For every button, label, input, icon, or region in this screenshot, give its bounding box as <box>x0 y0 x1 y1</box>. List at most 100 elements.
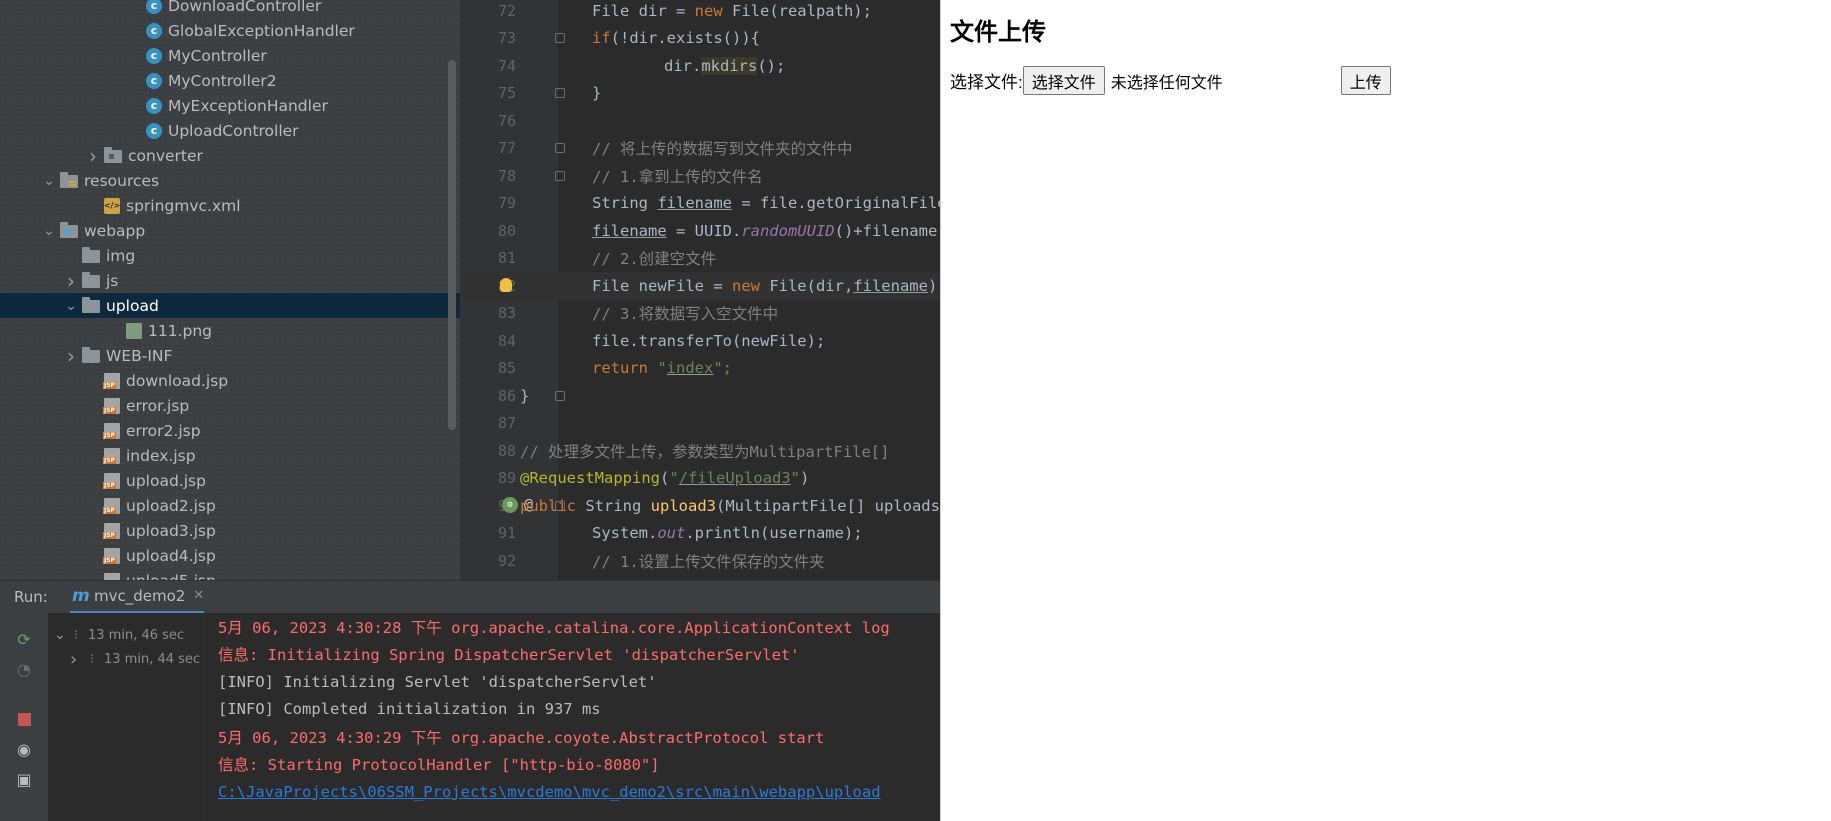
run-config-tab[interactable]: m mvc_demo2 ✕ <box>70 581 205 614</box>
code-editor[interactable]: 72 File dir = new File(realpath); 73 if(!di… <box>460 0 940 580</box>
chevron-right-icon[interactable]: › <box>70 649 90 670</box>
code-line[interactable]: 86} <box>460 382 940 410</box>
code-line[interactable]: 74 dir.mkdirs(); <box>460 52 940 80</box>
line-number: 92 <box>497 551 516 570</box>
code-line[interactable]: 90⚙@public String upload3(MultipartFile[… <box>460 492 940 520</box>
code-token: ); <box>927 276 940 295</box>
stop-icon[interactable] <box>14 709 34 729</box>
spring-bean-icon[interactable]: ⚙ <box>502 497 518 513</box>
java-class-icon: c <box>146 0 162 14</box>
code-line[interactable]: 73 if(!dir.exists()){ <box>460 25 940 53</box>
tree-item-mycontroller[interactable]: c MyController <box>0 43 460 68</box>
tree-item-label: WEB-INF <box>106 346 173 365</box>
tree-item-label: upload4.jsp <box>126 546 216 565</box>
tree-item-img[interactable]: img <box>0 243 460 268</box>
tree-item-upload3-jsp[interactable]: upload3.jsp <box>0 518 460 543</box>
code-line[interactable]: 75} <box>460 80 940 108</box>
code-token: return <box>592 359 648 378</box>
code-line[interactable]: 79 String filename = file.getOriginalFile… <box>460 190 940 218</box>
tree-item-web-inf[interactable]: › WEB-INF <box>0 343 460 368</box>
code-line[interactable]: 91 System.out.println(username); <box>460 520 940 548</box>
chevron-down-icon[interactable]: ⌄ <box>38 218 60 243</box>
tree-item-globalexceptionhandler[interactable]: c GlobalExceptionHandler <box>0 18 460 43</box>
console-line: 信息: Starting ProtocolHandler ["http-bio-… <box>218 756 660 775</box>
tree-item-download-jsp[interactable]: download.jsp <box>0 368 460 393</box>
chevron-down-icon[interactable]: ⌄ <box>60 293 82 318</box>
close-tab-icon[interactable]: ✕ <box>193 588 204 603</box>
run-tree-item[interactable]: ⌄ ⁝ 13 min, 46 sec <box>54 623 184 647</box>
code-line[interactable]: 83 // 3.将数据写入空文件中 <box>460 300 940 328</box>
upload-submit-button[interactable]: 上传 <box>1340 66 1391 95</box>
tree-item-index-jsp[interactable]: index.jsp <box>0 443 460 468</box>
code-line[interactable]: 76 <box>460 107 940 135</box>
tree-item-label: error2.jsp <box>126 421 201 440</box>
tree-item-upload5-jsp[interactable]: upload5.jsp <box>0 568 460 580</box>
code-line[interactable]: 87 <box>460 410 940 438</box>
tree-item-springmvc-xml[interactable]: </> springmvc.xml <box>0 193 460 218</box>
folder-icon <box>82 247 100 263</box>
line-number: 86 <box>497 386 516 405</box>
tree-item-upload-jsp[interactable]: upload.jsp <box>0 468 460 493</box>
code-text: if(!dir.exists()){ <box>556 29 760 47</box>
tree-item-upload[interactable]: ⌄ upload <box>0 293 460 318</box>
console-line: 5月 06, 2023 4:30:28 下午 org.apache.catali… <box>218 618 890 637</box>
tree-item-upload2-jsp[interactable]: upload2.jsp <box>0 493 460 518</box>
upload-form: 选择文件: 选择文件 未选择任何文件 上传 <box>950 66 1391 95</box>
lightbulb-icon[interactable] <box>500 278 512 292</box>
code-line[interactable]: 77 // 将上传的数据写到文件夹的文件中 <box>460 135 940 163</box>
line-number: 83 <box>497 304 516 323</box>
tree-scrollbar[interactable] <box>448 60 456 430</box>
gutter-cell <box>520 300 558 327</box>
code-token: } <box>520 386 530 405</box>
tree-item-error2-jsp[interactable]: error2.jsp <box>0 418 460 443</box>
code-line[interactable]: 81 // 2.创建空文件 <box>460 245 940 273</box>
code-line[interactable]: 80 filename = UUID.randomUUID()+filename.… <box>460 217 940 245</box>
run-tree-item[interactable]: › ⁝ 13 min, 44 sec <box>70 647 200 671</box>
tree-item-resources[interactable]: ⌄ resources <box>0 168 460 193</box>
chevron-right-icon[interactable]: › <box>60 343 82 368</box>
camera-icon[interactable]: ▣ <box>14 769 34 789</box>
tree-item-downloadcontroller[interactable]: c DownloadController <box>0 0 460 18</box>
code-line[interactable]: 84 file.transferTo(newFile); <box>460 327 940 355</box>
gutter-cell <box>520 547 558 574</box>
tree-item-mycontroller2[interactable]: c MyController2 <box>0 68 460 93</box>
console-path-link[interactable]: C:\JavaProjects\06SSM_Projects\mvcdemo\m… <box>218 778 881 806</box>
eye-icon[interactable]: ◉ <box>14 739 34 759</box>
code-line[interactable]: 82File newFile = new File(dir,filename); <box>460 272 940 300</box>
tree-item-myexceptionhandler[interactable]: c MyExceptionHandler <box>0 93 460 118</box>
code-token: ( <box>659 469 670 488</box>
fold-marker-icon[interactable] <box>555 390 565 401</box>
console-output[interactable]: 5月 06, 2023 4:30:28 下午 org.apache.catali… <box>204 613 940 821</box>
tree-item-upload4-jsp[interactable]: upload4.jsp <box>0 543 460 568</box>
chevron-down-icon[interactable]: ⌄ <box>38 168 60 193</box>
tree-item-converter[interactable]: › converter <box>0 143 460 168</box>
code-line[interactable]: 92 // 1.设置上传文件保存的文件夹 <box>460 547 940 575</box>
chevron-right-icon[interactable]: › <box>82 143 104 168</box>
line-number: 72 <box>497 1 516 20</box>
tree-item-111-png[interactable]: 111.png <box>0 318 460 343</box>
code-token: // 处理多文件上传，参数类型为MultipartFile[] <box>520 442 890 461</box>
update-app-icon[interactable]: ◔ <box>14 659 34 679</box>
tree-item-label: js <box>106 271 119 290</box>
code-line[interactable]: 88// 处理多文件上传，参数类型为MultipartFile[] <box>460 437 940 465</box>
code-line[interactable]: 72 File dir = new File(realpath); <box>460 0 940 25</box>
tree-item-label: UploadController <box>168 121 299 140</box>
tree-item-uploadcontroller[interactable]: c UploadController <box>0 118 460 143</box>
code-token: file.transferTo(newFile); <box>592 331 826 350</box>
tree-item-webapp[interactable]: ⌄ webapp <box>0 218 460 243</box>
code-line[interactable]: 78 // 1.拿到上传的文件名 <box>460 162 940 190</box>
rerun-icon[interactable]: ⟳ <box>14 629 34 649</box>
chevron-right-icon[interactable]: › <box>60 268 82 293</box>
code-line[interactable]: 85 return "index"; <box>460 355 940 383</box>
line-number: 91 <box>497 524 516 543</box>
choose-file-button[interactable]: 选择文件 <box>1022 66 1105 95</box>
chevron-down-icon[interactable]: ⌄ <box>54 627 74 643</box>
tree-item-js[interactable]: › js <box>0 268 460 293</box>
tree-item-error-jsp[interactable]: error.jsp <box>0 393 460 418</box>
code-token: " <box>648 359 667 378</box>
code-line[interactable]: 89 @RequestMapping("/fileUpload3") <box>460 465 940 493</box>
folder-icon <box>82 272 100 288</box>
browser-page: 文件上传 选择文件: 选择文件 未选择任何文件 上传 <box>940 0 1831 821</box>
tree-item-label: springmvc.xml <box>126 196 241 215</box>
